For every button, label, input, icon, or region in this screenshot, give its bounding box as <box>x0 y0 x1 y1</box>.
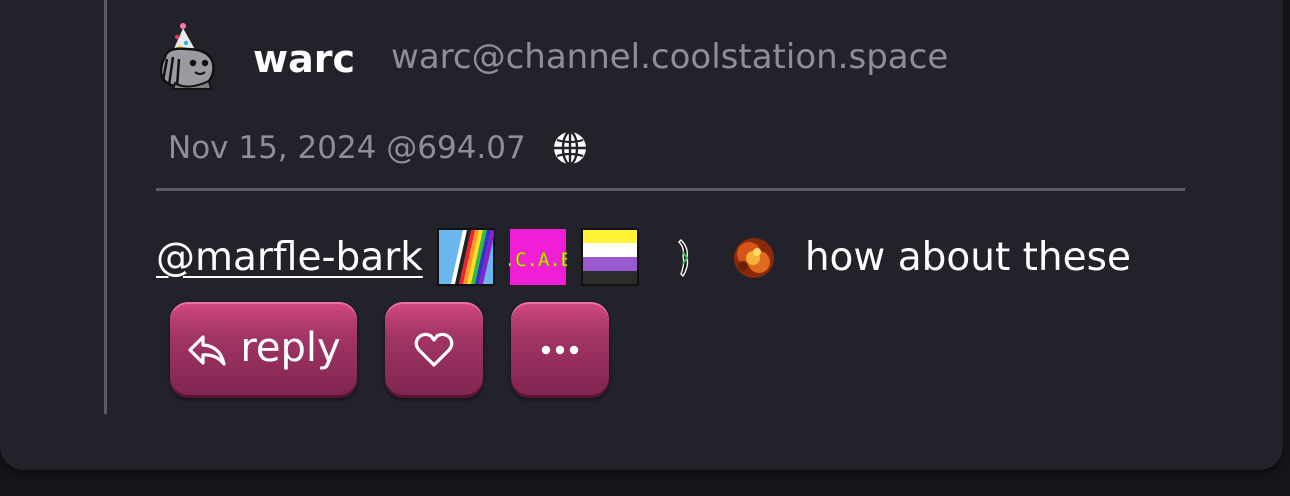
post-timestamp[interactable]: Nov 15, 2024 @694.07 <box>168 130 526 166</box>
nonbinary-flag-emoji <box>580 228 639 286</box>
post-text: how about these <box>804 234 1131 280</box>
author-display-name[interactable]: warc <box>253 37 355 81</box>
post-divider <box>156 188 1185 191</box>
svg-text:A.C.A.B.: A.C.A.B. <box>509 249 567 271</box>
reply-label: reply <box>240 325 341 371</box>
author-handle[interactable]: warc@channel.coolstation.space <box>391 37 948 77</box>
explosion-emoji <box>733 238 774 278</box>
ellipsis-icon <box>541 345 579 355</box>
reply-arrow-icon <box>188 335 226 366</box>
post-meta: Nov 15, 2024 @694.07 <box>168 130 588 166</box>
post-actions: reply <box>170 302 637 398</box>
mention-link[interactable]: @marfle-bark <box>156 235 423 280</box>
acab-emoji: A.C.A.B. <box>509 229 567 285</box>
post-header: warc warc@channel.coolstation.space <box>157 22 948 92</box>
more-button[interactable] <box>511 302 609 398</box>
bird-emoji <box>677 239 689 278</box>
globe-icon <box>553 130 586 166</box>
avatar[interactable] <box>157 23 219 91</box>
heart-icon <box>414 332 454 367</box>
rainbow-flag-emoji <box>436 228 495 286</box>
thread-line <box>104 0 107 414</box>
post-content: @marfle-bark A.C.A.B. how ab <box>156 224 1131 290</box>
favorite-button[interactable] <box>385 302 483 398</box>
reply-button[interactable]: reply <box>170 302 357 398</box>
